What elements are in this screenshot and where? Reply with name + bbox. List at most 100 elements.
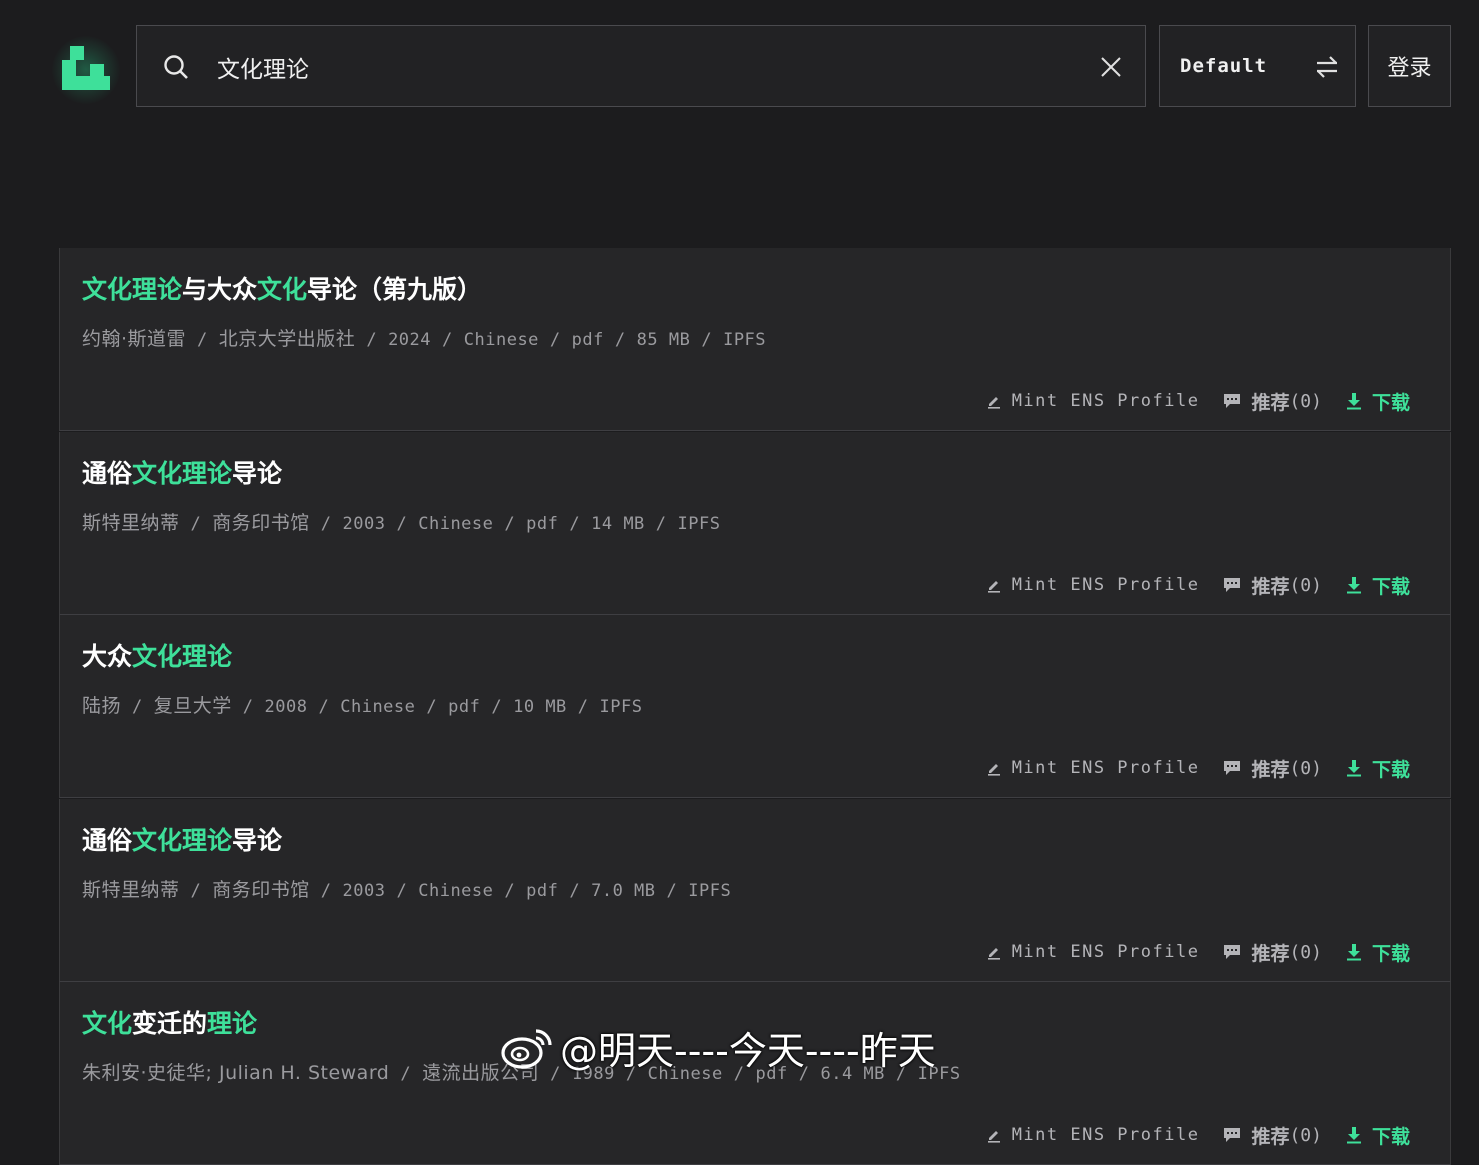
close-icon[interactable] xyxy=(1099,55,1123,79)
meta-field: 7.0 MB xyxy=(591,881,656,901)
meta-separator: / xyxy=(190,514,202,534)
download-button[interactable]: 下载 xyxy=(1346,388,1410,415)
search-icon xyxy=(164,55,188,79)
app-logo[interactable] xyxy=(46,30,126,110)
result-title[interactable]: 大众文化理论 xyxy=(82,637,232,673)
result-actions: Mint ENS Profile 推荐(0) 下载 xyxy=(986,1122,1410,1148)
meta-field: 10 MB xyxy=(513,697,567,717)
meta-separator: / xyxy=(242,697,254,717)
result-meta: 约翰·斯道雷 / 北京大学出版社 / 2024 / Chinese / pdf / 85 MB / IP… xyxy=(82,324,766,351)
recommend-label: 推荐 xyxy=(1251,1125,1290,1148)
meta-separator: / xyxy=(190,881,202,901)
result-title[interactable]: 文化变迁的理论 xyxy=(82,1004,257,1040)
sort-select[interactable]: Default xyxy=(1159,25,1356,107)
mint-ens-profile-button[interactable]: Mint ENS Profile xyxy=(986,575,1200,595)
download-icon xyxy=(1346,393,1361,410)
mint-label: Mint ENS Profile xyxy=(1011,758,1200,778)
title-text: 导论（第九版） xyxy=(307,275,483,304)
meta-separator: / xyxy=(400,1064,412,1084)
meta-separator: / xyxy=(504,881,516,901)
recommend-button[interactable]: 推荐(0) xyxy=(1223,1122,1322,1149)
recommend-count: (0) xyxy=(1289,574,1322,596)
mint-ens-profile-button[interactable]: Mint ENS Profile xyxy=(986,942,1200,962)
meta-separator: / xyxy=(549,330,561,350)
meta-separator: / xyxy=(666,881,678,901)
title-highlight: 文化理论 xyxy=(132,826,233,855)
recommend-button[interactable]: 推荐(0) xyxy=(1223,755,1322,782)
meta-separator: / xyxy=(320,881,332,901)
result-title[interactable]: 文化理论与大众文化导论（第九版） xyxy=(82,270,482,306)
title-text: 通俗 xyxy=(82,459,133,488)
title-highlight: 文化 xyxy=(82,1009,133,1038)
download-icon xyxy=(1346,1127,1361,1144)
result-card: 大众文化理论 陆扬 / 复旦大学 / 2008 / Chinese / pdf / 10 MB / IPF… xyxy=(59,615,1451,798)
result-meta: 陆扬 / 复旦大学 / 2008 / Chinese / pdf / 10 MB / IPFS xyxy=(82,691,643,718)
meta-separator: / xyxy=(442,330,453,350)
weibo-icon xyxy=(501,1029,552,1069)
recommend-button[interactable]: 推荐(0) xyxy=(1223,939,1322,966)
download-label: 下载 xyxy=(1371,575,1410,598)
mint-ens-profile-button[interactable]: Mint ENS Profile xyxy=(986,391,1200,411)
download-button[interactable]: 下载 xyxy=(1346,1122,1410,1149)
result-actions: Mint ENS Profile 推荐(0) 下载 xyxy=(986,939,1410,965)
meta-separator: / xyxy=(655,514,667,534)
meta-separator: / xyxy=(701,330,713,350)
meta-field: pdf xyxy=(571,330,604,350)
meta-field: 约翰·斯道雷 xyxy=(82,328,187,350)
download-icon xyxy=(1346,760,1361,777)
meta-field: Chinese xyxy=(418,514,494,534)
pencil-icon xyxy=(987,397,1000,409)
meta-field: IPFS xyxy=(599,697,643,717)
recommend-label: 推荐 xyxy=(1251,575,1290,598)
meta-separator: / xyxy=(320,514,332,534)
meta-field: 2024 xyxy=(388,330,432,350)
meta-field: 2003 xyxy=(342,514,386,534)
mint-label: Mint ENS Profile xyxy=(1011,391,1200,411)
download-label: 下载 xyxy=(1371,391,1410,414)
result-title[interactable]: 通俗文化理论导论 xyxy=(82,454,282,490)
login-button[interactable]: 登录 xyxy=(1368,25,1451,107)
result-meta: 斯特里纳蒂 / 商务印书馆 / 2003 / Chinese / pdf / 7.0 MB / IPFS xyxy=(82,875,731,902)
meta-field: pdf xyxy=(448,697,481,717)
meta-field: IPFS xyxy=(677,514,721,534)
result-actions: Mint ENS Profile 推荐(0) 下载 xyxy=(986,388,1410,414)
search-box[interactable] xyxy=(136,25,1146,107)
result-actions: Mint ENS Profile 推荐(0) 下载 xyxy=(986,755,1410,781)
mint-ens-profile-button[interactable]: Mint ENS Profile xyxy=(986,758,1200,778)
mint-ens-profile-button[interactable]: Mint ENS Profile xyxy=(986,1125,1200,1145)
recommend-button[interactable]: 推荐(0) xyxy=(1223,572,1322,599)
meta-separator: / xyxy=(366,330,378,350)
comment-icon xyxy=(1224,945,1241,959)
comment-icon xyxy=(1224,761,1241,775)
meta-field: 复旦大学 xyxy=(153,695,232,717)
meta-separator: / xyxy=(318,697,330,717)
download-button[interactable]: 下载 xyxy=(1346,755,1410,782)
meta-field: 北京大学出版社 xyxy=(218,328,356,350)
mint-label: Mint ENS Profile xyxy=(1011,1125,1200,1145)
meta-field: 朱利安·史徒华; Julian H. Steward xyxy=(82,1062,390,1084)
meta-field: 85 MB xyxy=(636,330,691,350)
weibo-watermark: @明天----今天----昨天 xyxy=(500,1020,936,1074)
recommend-label: 推荐 xyxy=(1251,391,1290,414)
recommend-button[interactable]: 推荐(0) xyxy=(1223,388,1322,415)
download-label: 下载 xyxy=(1371,1125,1410,1148)
recommend-count: (0) xyxy=(1289,941,1322,963)
download-button[interactable]: 下载 xyxy=(1346,572,1410,599)
meta-field: pdf xyxy=(526,881,559,901)
result-card: 文化理论与大众文化导论（第九版） 约翰·斯道雷 / 北京大学出版社 / 2024 / Chin… xyxy=(59,248,1451,431)
comment-icon xyxy=(1224,578,1241,592)
search-input[interactable] xyxy=(215,44,1079,90)
title-highlight: 理论 xyxy=(207,1009,258,1038)
title-text: 通俗 xyxy=(82,826,133,855)
download-icon xyxy=(1346,577,1361,594)
download-button[interactable]: 下载 xyxy=(1346,939,1410,966)
result-meta: 斯特里纳蒂 / 商务印书馆 / 2003 / Chinese / pdf / 14 MB / IPFS xyxy=(82,508,721,535)
result-actions: Mint ENS Profile 推荐(0) 下载 xyxy=(986,572,1410,598)
comment-icon xyxy=(1224,1128,1241,1142)
meta-field: Chinese xyxy=(340,697,416,717)
title-text: 导论 xyxy=(232,459,283,488)
result-title[interactable]: 通俗文化理论导论 xyxy=(82,821,282,857)
recommend-count: (0) xyxy=(1289,757,1322,779)
mint-label: Mint ENS Profile xyxy=(1011,942,1200,962)
recommend-count: (0) xyxy=(1289,390,1322,412)
